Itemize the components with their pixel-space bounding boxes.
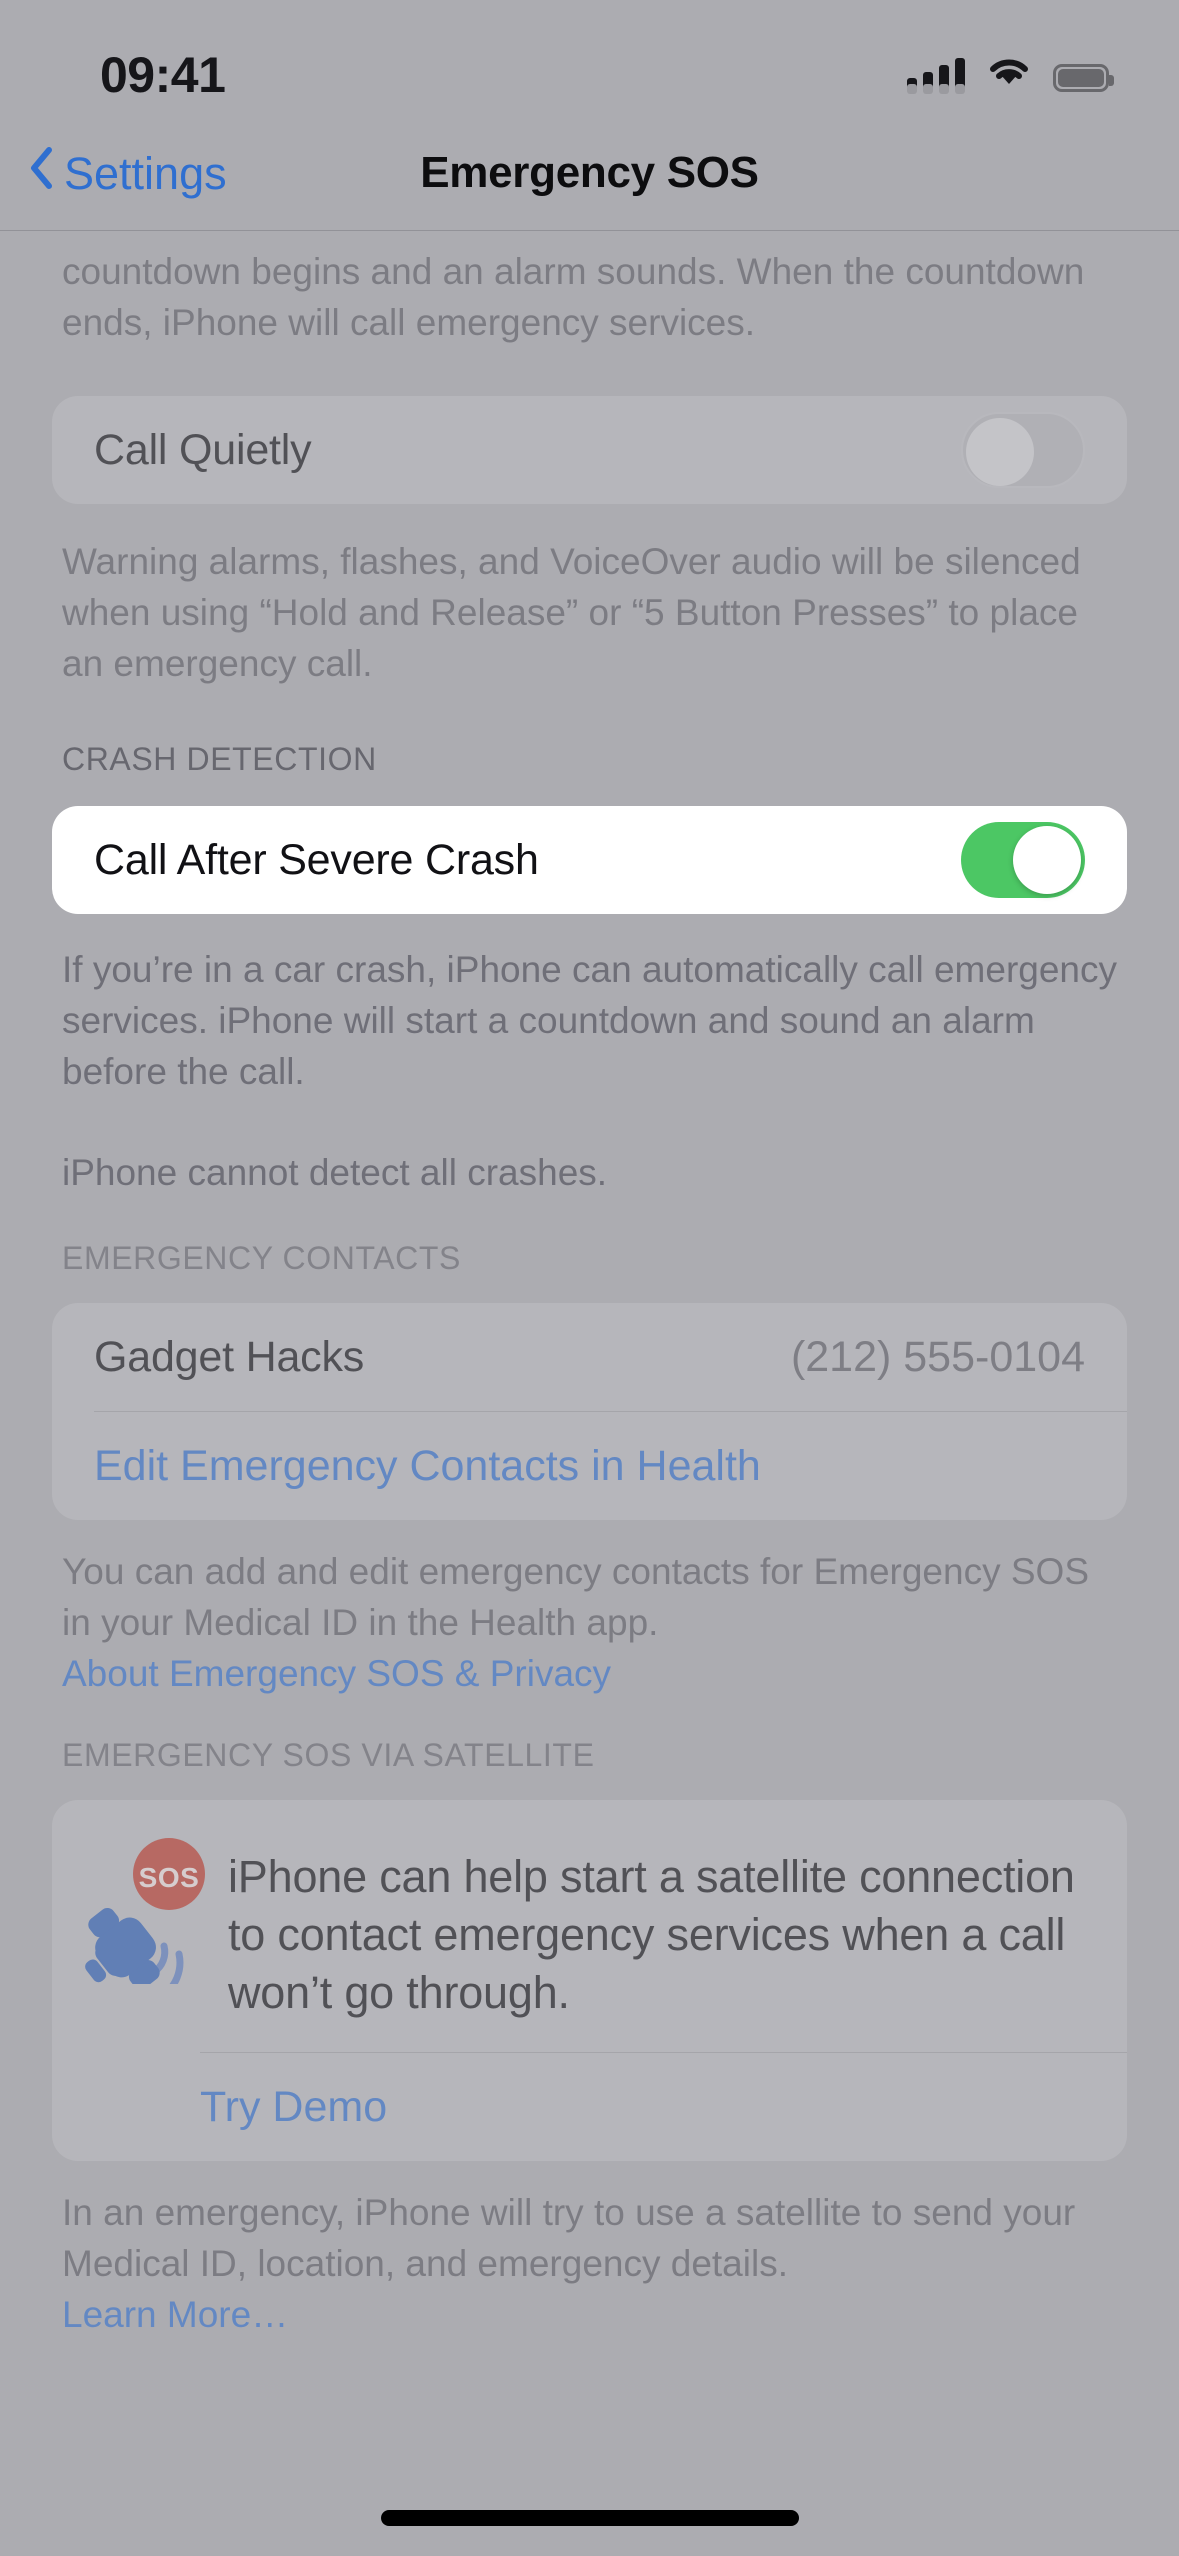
satellite-promo-row: SOS iPhone can help start a satellite co… xyxy=(52,1800,1127,2052)
crash-detection-footer-2: iPhone cannot detect all crashes. xyxy=(0,1147,1179,1198)
crash-detection-card: Call After Severe Crash xyxy=(52,806,1127,914)
battery-level-fill xyxy=(1058,69,1104,87)
crash-detection-header: CRASH DETECTION xyxy=(62,741,377,777)
emergency-contacts-footer: You can add and edit emergency contacts … xyxy=(0,1546,1179,1699)
call-after-severe-crash-label: Call After Severe Crash xyxy=(94,835,539,884)
previous-section-footer: countdown begins and an alarm sounds. Wh… xyxy=(0,246,1179,348)
row-edit-emergency-contacts[interactable]: Edit Emergency Contacts in Health xyxy=(52,1412,1127,1520)
svg-text:SOS: SOS xyxy=(139,1862,200,1893)
cellular-signal-icon xyxy=(907,56,965,94)
row-call-quietly[interactable]: Call Quietly xyxy=(52,396,1127,504)
satellite-header: EMERGENCY SOS VIA SATELLITE xyxy=(62,1737,595,1773)
row-call-after-severe-crash[interactable]: Call After Severe Crash xyxy=(52,806,1127,914)
contact-phone: (212) 555-0104 xyxy=(790,1332,1085,1381)
satellite-footer: In an emergency, iPhone will try to use … xyxy=(0,2187,1179,2340)
satellite-sos-icon: SOS xyxy=(76,1834,206,2000)
toggle-knob xyxy=(1013,826,1081,894)
call-quietly-toggle[interactable] xyxy=(961,412,1085,488)
edit-emergency-contacts-link[interactable]: Edit Emergency Contacts in Health xyxy=(94,1442,761,1491)
try-demo-link[interactable]: Try Demo xyxy=(200,2083,387,2132)
navigation-bar: Settings Emergency SOS xyxy=(0,120,1179,230)
status-bar-time: 09:41 xyxy=(100,47,226,103)
crash-detection-footer-1: If you’re in a car crash, iPhone can aut… xyxy=(0,944,1179,1097)
crash-detection-footer-2-text: iPhone cannot detect all crashes. xyxy=(62,1152,608,1193)
emergency-contacts-footer-text: You can add and edit emergency contacts … xyxy=(62,1551,1090,1643)
page-title: Emergency SOS xyxy=(420,148,759,197)
contact-name: Gadget Hacks xyxy=(94,1332,365,1381)
previous-section-footer-text: countdown begins and an alarm sounds. Wh… xyxy=(62,251,1085,343)
home-indicator[interactable] xyxy=(380,2510,799,2526)
toggle-knob xyxy=(966,418,1034,486)
emergency-contacts-card: Gadget Hacks (212) 555-0104 Edit Emergen… xyxy=(52,1303,1127,1520)
call-quietly-label: Call Quietly xyxy=(94,425,312,474)
status-bar-indicators xyxy=(907,53,1114,94)
call-after-severe-crash-toggle[interactable] xyxy=(961,822,1085,898)
about-emergency-sos-privacy-link[interactable]: About Emergency SOS & Privacy xyxy=(62,1653,611,1694)
status-bar: 09:41 xyxy=(0,0,1179,120)
satellite-footer-text: In an emergency, iPhone will try to use … xyxy=(62,2192,1076,2284)
navigation-bar-divider xyxy=(0,230,1179,231)
learn-more-link[interactable]: Learn More… xyxy=(62,2294,288,2335)
row-try-demo[interactable]: Try Demo xyxy=(52,2053,1127,2161)
contact-row[interactable]: Gadget Hacks (212) 555-0104 xyxy=(52,1303,1127,1411)
settings-scroll-content[interactable]: countdown begins and an alarm sounds. Wh… xyxy=(0,0,1179,2340)
satellite-promo-text: iPhone can help start a satellite connec… xyxy=(228,1851,1075,2018)
battery-icon xyxy=(1053,64,1114,92)
crash-detection-footer-1-text: If you’re in a car crash, iPhone can aut… xyxy=(62,949,1118,1092)
call-quietly-card: Call Quietly xyxy=(52,396,1127,504)
call-quietly-footer-text: Warning alarms, flashes, and VoiceOver a… xyxy=(62,541,1081,684)
call-quietly-footer: Warning alarms, flashes, and VoiceOver a… xyxy=(0,536,1179,689)
emergency-contacts-header: EMERGENCY CONTACTS xyxy=(62,1240,461,1276)
satellite-card: SOS iPhone can help start a satellite co… xyxy=(52,1800,1127,2161)
wifi-icon xyxy=(987,53,1031,92)
